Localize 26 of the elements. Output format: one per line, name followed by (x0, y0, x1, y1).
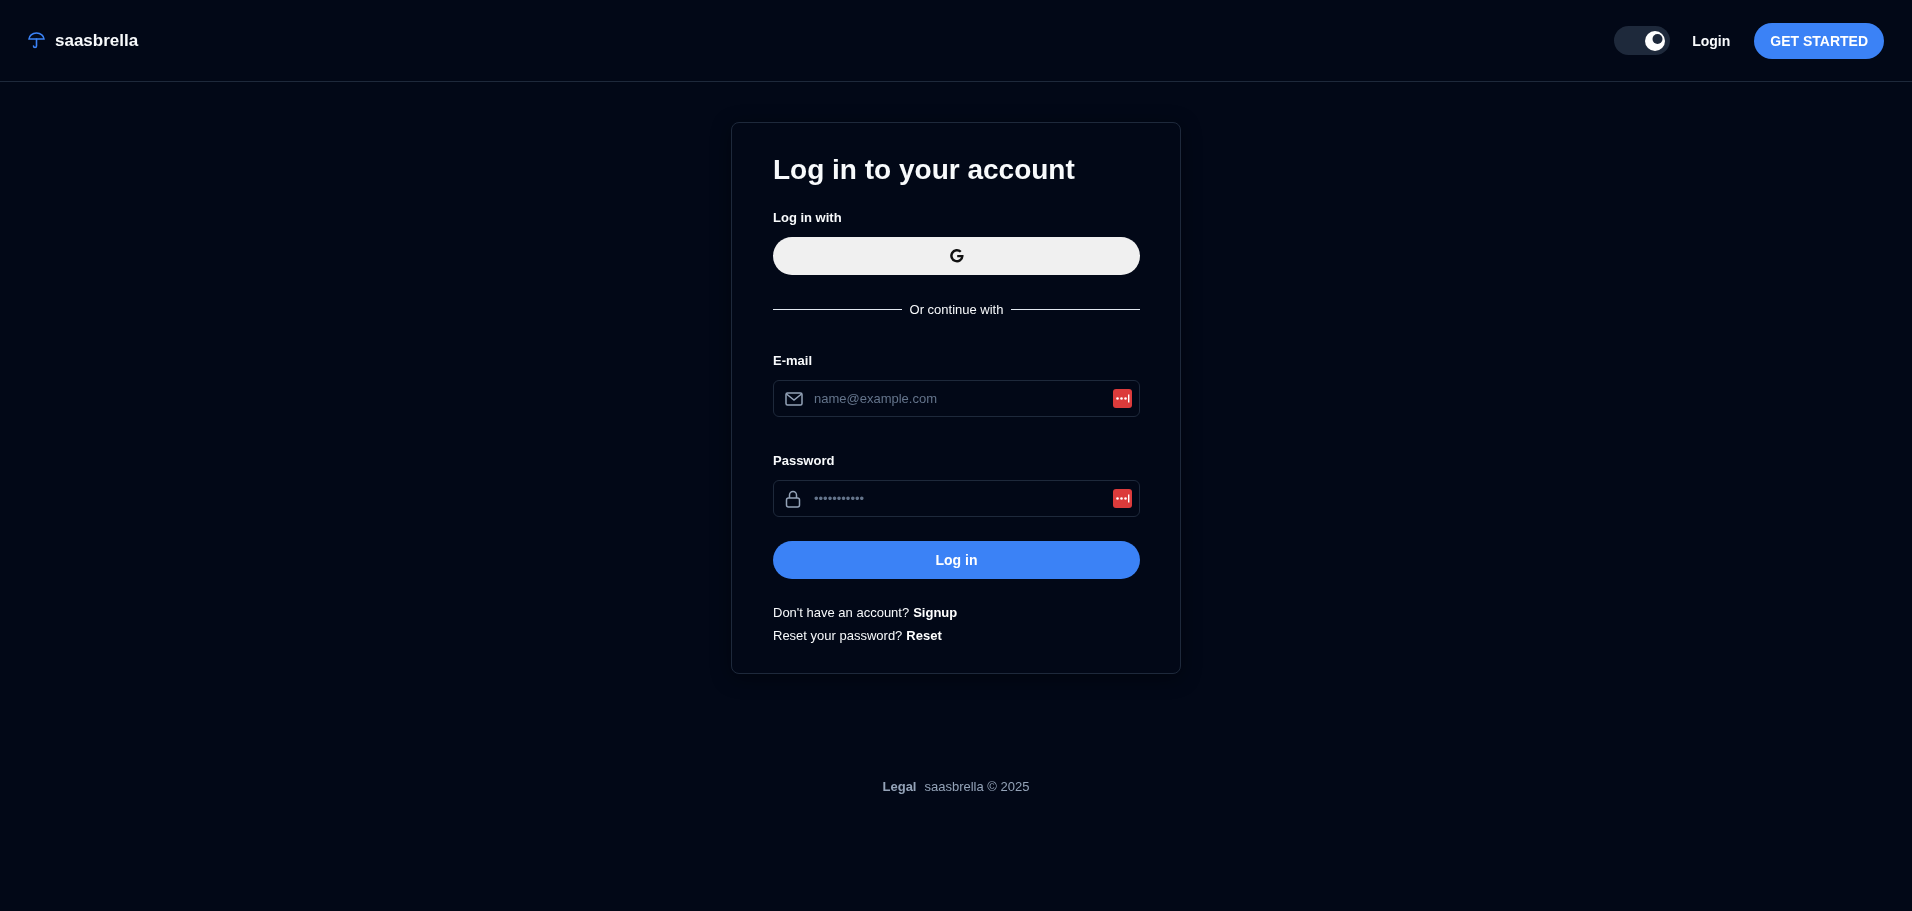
divider-text: Or continue with (909, 302, 1004, 317)
password-field[interactable]: ••••••••••• (773, 480, 1140, 517)
password-manager-icon[interactable] (1113, 389, 1132, 408)
social-label: Log in with (773, 210, 843, 225)
umbrella-icon (28, 32, 45, 49)
brand-name[interactable]: saasbrella (55, 30, 139, 51)
auth-link[interactable]: Reset (906, 628, 942, 643)
login-link[interactable]: Login (1692, 32, 1731, 49)
theme-toggle[interactable] (1614, 26, 1671, 55)
auth-link[interactable]: Signup (913, 605, 958, 620)
login-button[interactable]: Log in (773, 541, 1140, 579)
prompt-text: Don't have an account? (773, 605, 910, 620)
card-title: Log in to your account (773, 153, 1076, 187)
google-button[interactable] (773, 237, 1140, 275)
get-started-button[interactable]: GET STARTED (1754, 22, 1884, 59)
prompt-text: Reset your password? (773, 628, 903, 643)
password-manager-icon[interactable] (1113, 489, 1132, 508)
copyright-text: saasbrella © 2025 (924, 779, 1030, 794)
g-logo-icon (948, 248, 965, 264)
field-label: E-mail (773, 353, 813, 368)
legal-link[interactable]: Legal (882, 779, 917, 794)
moon-icon (1644, 29, 1667, 52)
email-field[interactable]: name@example.com (773, 380, 1140, 417)
lock-icon (785, 489, 801, 508)
mail-icon (785, 391, 803, 406)
field-label: Password (773, 453, 836, 468)
